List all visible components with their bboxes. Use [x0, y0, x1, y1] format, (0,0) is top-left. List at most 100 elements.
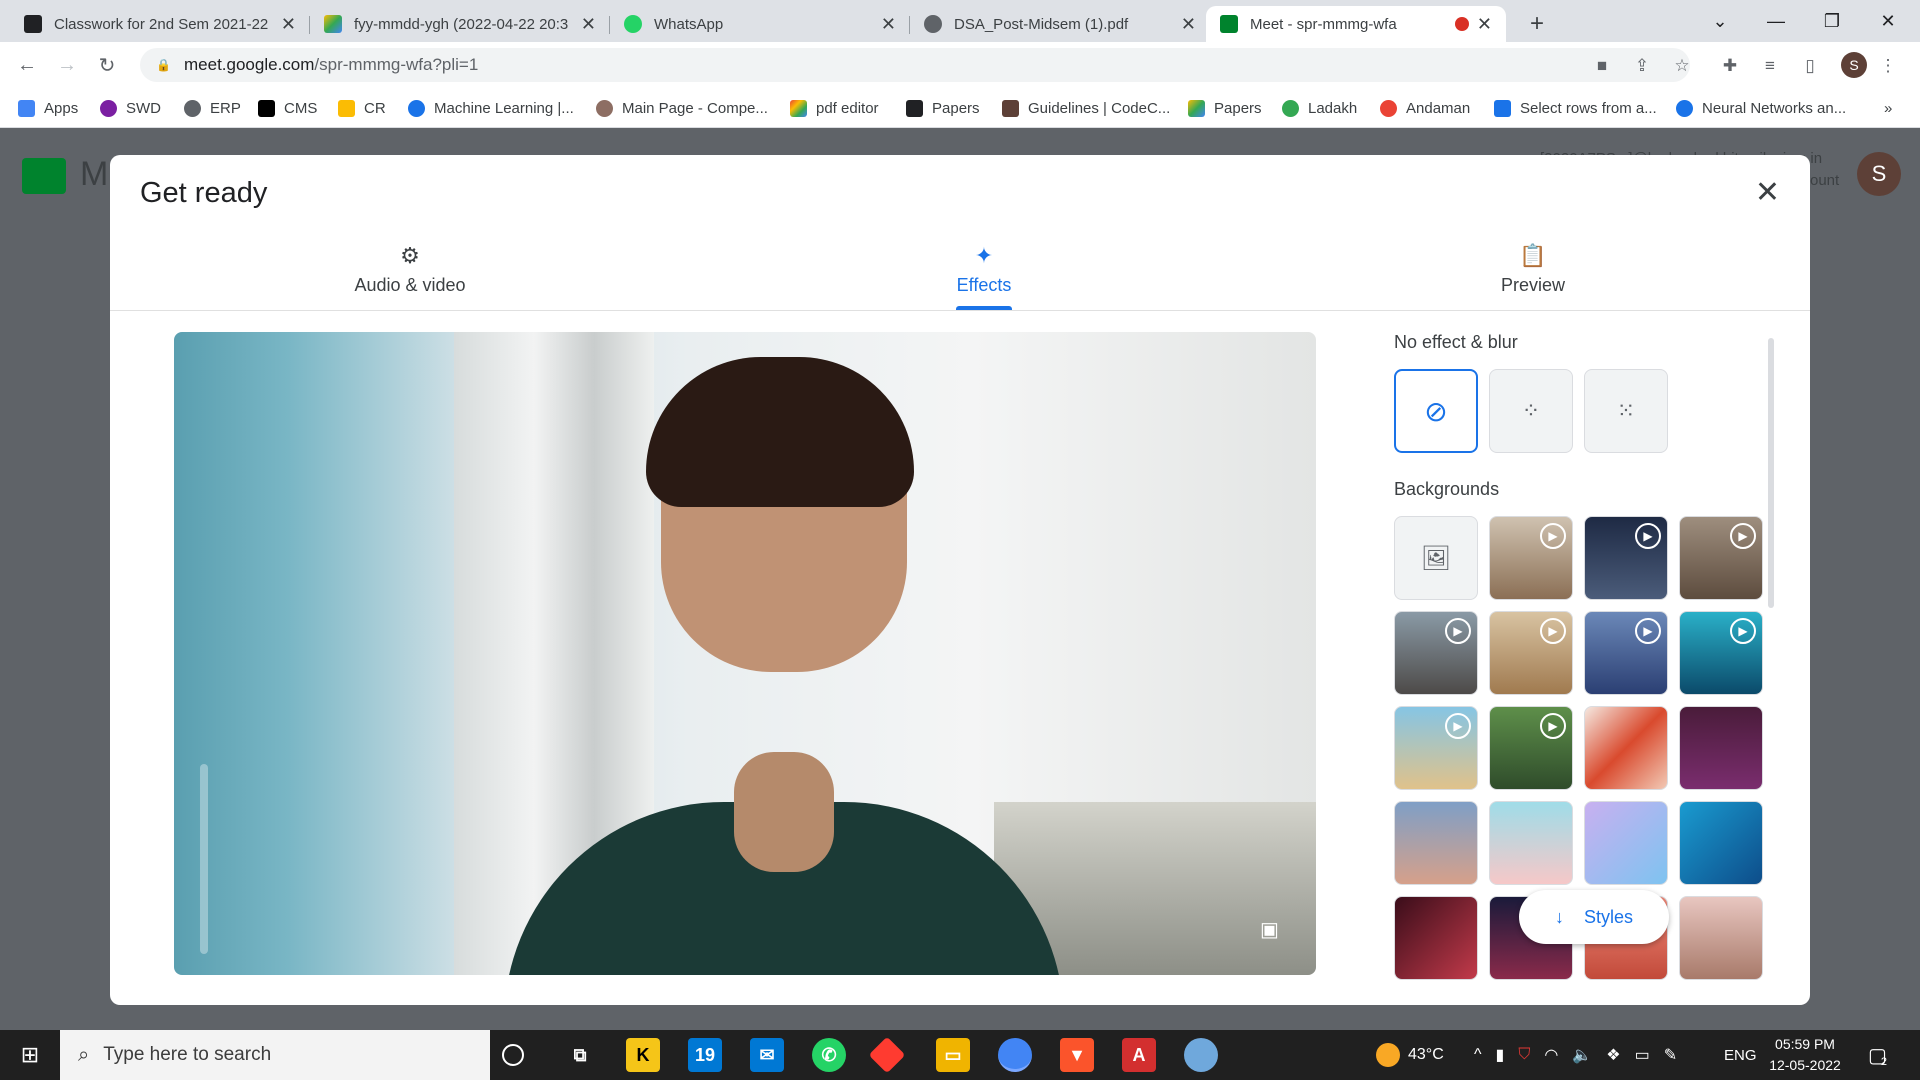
- blur-button[interactable]: ⁙: [1584, 369, 1668, 453]
- bookmark-apps[interactable]: Apps: [18, 96, 78, 120]
- bookmark-pdf-editor[interactable]: pdf editor: [790, 96, 879, 120]
- app-icon[interactable]: K: [626, 1038, 660, 1072]
- notifications-button[interactable]: ▢ 2: [1868, 1030, 1887, 1080]
- browser-tab-classroom[interactable]: Classwork for 2nd Sem 2021-22 I ✕: [10, 6, 310, 42]
- url-bar[interactable]: 🔒 meet.google.com/spr-mmmg-wfa?pli=1: [140, 48, 1690, 82]
- brave-icon[interactable]: ▼: [1060, 1038, 1094, 1072]
- camera-icon[interactable]: ■: [1590, 54, 1614, 78]
- acrobat-icon[interactable]: A: [1122, 1038, 1156, 1072]
- reload-icon[interactable]: ↻: [94, 52, 120, 78]
- task-view-icon[interactable]: ⧉: [563, 1038, 597, 1072]
- slight-blur-button[interactable]: ⁘: [1489, 369, 1573, 453]
- tab-audio-video[interactable]: ⚙ Audio & video: [310, 243, 510, 296]
- mail-icon[interactable]: ✉: [750, 1038, 784, 1072]
- background-tile[interactable]: [1394, 801, 1478, 885]
- upload-background-button[interactable]: 🖼: [1394, 516, 1478, 600]
- background-tile[interactable]: [1584, 706, 1668, 790]
- bookmark-swd[interactable]: SWD: [100, 96, 161, 120]
- side-panel-icon[interactable]: ▯: [1798, 54, 1822, 78]
- close-icon[interactable]: ✕: [1181, 14, 1196, 35]
- tab-effects[interactable]: ✦ Effects: [884, 243, 1084, 296]
- media-icon[interactable]: ≡: [1758, 54, 1782, 78]
- microphone-icon[interactable]: ▮: [1496, 1045, 1505, 1065]
- chrome-icon[interactable]: [998, 1038, 1032, 1072]
- file-explorer-icon[interactable]: ▭: [936, 1038, 970, 1072]
- styles-button[interactable]: ↓ Styles: [1519, 890, 1669, 944]
- feedback-icon[interactable]: ▣: [1260, 917, 1286, 941]
- window-close-button[interactable]: ✕: [1860, 0, 1916, 42]
- background-tile[interactable]: ▶: [1584, 516, 1668, 600]
- close-icon[interactable]: ✕: [1477, 14, 1492, 35]
- brightness-slider[interactable]: [200, 764, 208, 954]
- shield-icon[interactable]: ⛉: [1518, 1046, 1530, 1064]
- browser-tab-pdf[interactable]: DSA_Post-Midsem (1).pdf ✕: [910, 6, 1210, 42]
- background-tile[interactable]: ▶: [1394, 611, 1478, 695]
- extensions-icon[interactable]: ✚: [1718, 54, 1742, 78]
- bookmark-select-rows[interactable]: Select rows from a...: [1494, 96, 1657, 120]
- restore-button[interactable]: ❐: [1804, 0, 1860, 42]
- chevron-up-icon[interactable]: ^: [1474, 1046, 1482, 1064]
- dropbox-icon[interactable]: ❖: [1606, 1045, 1620, 1065]
- browser-tab-whatsapp[interactable]: WhatsApp ✕: [610, 6, 910, 42]
- bookmark-neural-networks[interactable]: Neural Networks an...: [1676, 96, 1846, 120]
- background-tile[interactable]: ▶: [1394, 706, 1478, 790]
- forward-icon[interactable]: →: [54, 52, 80, 78]
- cortana-icon[interactable]: [502, 1044, 524, 1066]
- wifi-icon[interactable]: ◠: [1544, 1045, 1558, 1065]
- bookmark-main-page[interactable]: Main Page - Compe...: [596, 96, 768, 120]
- bookmark-papers-1[interactable]: Papers: [906, 96, 980, 120]
- browser-tab-meet[interactable]: Meet - spr-mmmg-wfa ✕: [1206, 6, 1506, 42]
- bookmark-cr[interactable]: CR: [338, 96, 386, 120]
- background-tile[interactable]: ▶: [1584, 611, 1668, 695]
- background-tile[interactable]: [1679, 801, 1763, 885]
- close-icon[interactable]: ✕: [581, 14, 596, 35]
- background-tile[interactable]: [1489, 801, 1573, 885]
- share-icon[interactable]: ⇪: [1630, 54, 1654, 78]
- drive-icon: [324, 15, 342, 33]
- taskbar-search[interactable]: ⌕ Type here to search: [60, 1030, 490, 1080]
- background-tile[interactable]: ▶: [1489, 611, 1573, 695]
- background-tile[interactable]: [1394, 896, 1478, 980]
- bookmark-ladakh[interactable]: Ladakh: [1282, 96, 1357, 120]
- menu-icon[interactable]: ⋮: [1876, 54, 1900, 78]
- whatsapp-icon[interactable]: ✆: [812, 1038, 846, 1072]
- windows-start-icon[interactable]: ⊞: [0, 1030, 60, 1080]
- new-tab-button[interactable]: +: [1516, 6, 1556, 42]
- animated-icon: ▶: [1730, 523, 1756, 549]
- close-icon[interactable]: ✕: [881, 14, 896, 35]
- back-icon[interactable]: ←: [14, 52, 40, 78]
- bookmark-cms[interactable]: CMS: [258, 96, 317, 120]
- background-tile[interactable]: ▶: [1679, 516, 1763, 600]
- tab-search-icon[interactable]: ⌄: [1692, 0, 1748, 42]
- bookmark-machine-learning[interactable]: Machine Learning |...: [408, 96, 574, 120]
- clock[interactable]: 05:59 PM 12-05-2022: [1765, 1034, 1845, 1076]
- tab-preview[interactable]: 📋 Preview: [1433, 243, 1633, 296]
- no-effect-button[interactable]: ⊘: [1394, 369, 1478, 453]
- background-tile[interactable]: [1679, 706, 1763, 790]
- paint-icon[interactable]: [1184, 1038, 1218, 1072]
- pen-icon[interactable]: ✎: [1664, 1045, 1677, 1065]
- account-avatar[interactable]: S: [1857, 152, 1901, 196]
- star-icon[interactable]: ☆: [1670, 54, 1694, 78]
- background-tile[interactable]: [1584, 801, 1668, 885]
- calendar-app-icon[interactable]: 19: [688, 1038, 722, 1072]
- background-tile[interactable]: ▶: [1679, 611, 1763, 695]
- more-bookmarks-button[interactable]: »: [1884, 96, 1892, 120]
- minimize-button[interactable]: —: [1748, 0, 1804, 42]
- volume-icon[interactable]: 🔈: [1572, 1045, 1592, 1065]
- close-icon[interactable]: ✕: [281, 14, 296, 35]
- background-tile[interactable]: ▶: [1489, 706, 1573, 790]
- dialog-close-button[interactable]: ✕: [1755, 175, 1780, 210]
- profile-avatar[interactable]: S: [1841, 52, 1867, 78]
- language-indicator[interactable]: ENG: [1724, 1030, 1757, 1080]
- battery-icon[interactable]: ▭: [1635, 1045, 1650, 1065]
- panel-scrollbar[interactable]: [1768, 338, 1774, 608]
- bookmark-guidelines[interactable]: Guidelines | CodeC...: [1002, 96, 1170, 120]
- bookmark-andaman[interactable]: Andaman: [1380, 96, 1470, 120]
- bookmark-erp[interactable]: ERP: [184, 96, 241, 120]
- weather[interactable]: 43°C: [1376, 1030, 1444, 1080]
- browser-tab-drive[interactable]: fyy-mmdd-ygh (2022-04-22 20:3 ✕: [310, 6, 610, 42]
- background-tile[interactable]: ▶: [1489, 516, 1573, 600]
- bookmark-papers-2[interactable]: Papers: [1188, 96, 1262, 120]
- background-tile[interactable]: [1679, 896, 1763, 980]
